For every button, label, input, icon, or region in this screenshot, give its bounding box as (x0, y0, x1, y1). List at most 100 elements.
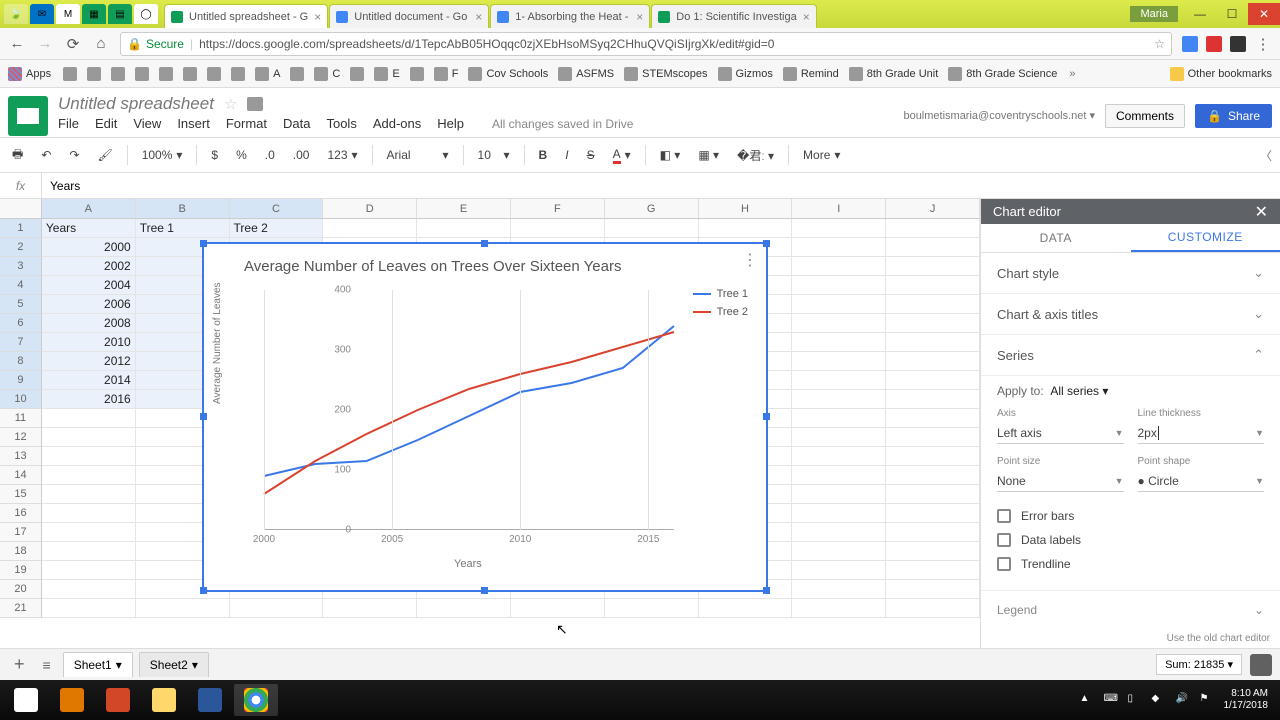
cell[interactable] (792, 466, 886, 485)
resize-handle[interactable] (200, 413, 207, 420)
row-header[interactable]: 20 (0, 580, 42, 599)
cell[interactable] (886, 542, 980, 561)
cell[interactable] (792, 409, 886, 428)
cell[interactable] (792, 352, 886, 371)
cell[interactable]: 2002 (42, 257, 136, 276)
menu-data[interactable]: Data (283, 116, 310, 131)
cell[interactable] (42, 504, 136, 523)
row-header[interactable]: 5 (0, 295, 42, 314)
cell[interactable] (792, 371, 886, 390)
bookmark-item[interactable]: A (255, 67, 280, 81)
browser-tab[interactable]: Untitled document - Go× (329, 4, 489, 28)
bookmark-item[interactable]: Remind (783, 67, 839, 81)
tab-customize[interactable]: CUSTOMIZE (1131, 224, 1280, 252)
bookmarks-overflow[interactable]: » (1069, 68, 1075, 80)
select-all-corner[interactable] (0, 199, 42, 218)
browser-tab[interactable]: 1- Absorbing the Heat -× (490, 4, 650, 28)
cell[interactable] (136, 599, 230, 618)
cell[interactable] (605, 219, 699, 238)
close-tab-icon[interactable]: × (636, 10, 643, 24)
col-header[interactable]: F (511, 199, 605, 218)
cell[interactable] (886, 352, 980, 371)
resize-handle[interactable] (481, 587, 488, 594)
folder-icon[interactable] (247, 97, 263, 111)
line-thickness-select[interactable]: 2px▼ (1138, 423, 1265, 444)
cell[interactable] (792, 504, 886, 523)
format-123-button[interactable]: 123 ▾ (323, 148, 361, 162)
collapse-toolbar-button[interactable]: 〈 (1260, 147, 1272, 164)
taskbar-app[interactable] (50, 684, 94, 716)
chrome-menu-button[interactable]: ⋮ (1254, 35, 1272, 53)
taskbar-chrome[interactable] (234, 684, 278, 716)
row-header[interactable]: 1 (0, 219, 42, 238)
decrease-decimal-button[interactable]: .0 (261, 148, 279, 162)
cell[interactable] (886, 599, 980, 618)
col-header[interactable]: D (323, 199, 417, 218)
cell[interactable] (792, 219, 886, 238)
resize-handle[interactable] (763, 587, 770, 594)
resize-handle[interactable] (200, 587, 207, 594)
menu-view[interactable]: View (133, 116, 161, 131)
cell[interactable] (792, 295, 886, 314)
cell[interactable] (792, 599, 886, 618)
close-tab-icon[interactable]: × (314, 10, 321, 24)
menu-edit[interactable]: Edit (95, 116, 117, 131)
bookmark-item[interactable] (207, 67, 221, 81)
cell[interactable] (886, 447, 980, 466)
profile-tab[interactable]: 🍃 (4, 4, 28, 24)
col-header[interactable]: A (42, 199, 136, 218)
more-button[interactable]: More ▾ (799, 148, 844, 162)
cell[interactable] (792, 447, 886, 466)
cell[interactable] (886, 466, 980, 485)
bookmark-item[interactable] (111, 67, 125, 81)
row-header[interactable]: 7 (0, 333, 42, 352)
taskbar-app[interactable] (188, 684, 232, 716)
cell[interactable]: 2008 (42, 314, 136, 333)
italic-button[interactable]: I (561, 148, 572, 162)
row-header[interactable]: 3 (0, 257, 42, 276)
font-select[interactable]: Arial▾ (383, 148, 453, 162)
minimize-button[interactable]: — (1184, 3, 1216, 25)
row-header[interactable]: 17 (0, 523, 42, 542)
bookmark-item[interactable] (231, 67, 245, 81)
star-icon[interactable]: ☆ (1154, 37, 1165, 51)
embedded-chart[interactable]: ⋮ Average Number of Leaves on Trees Over… (202, 242, 768, 592)
bookmark-item[interactable]: C (314, 67, 340, 81)
profile-tab[interactable]: ◯ (134, 4, 158, 24)
taskbar-app[interactable] (96, 684, 140, 716)
cell[interactable] (886, 561, 980, 580)
point-size-select[interactable]: None▼ (997, 471, 1124, 492)
cell[interactable] (42, 599, 136, 618)
resize-handle[interactable] (200, 240, 207, 247)
tray-icon[interactable]: ⚑ (1200, 693, 1214, 707)
browser-tab[interactable]: Do 1: Scientific Investiga× (651, 4, 816, 28)
bookmark-item[interactable]: 8th Grade Science (948, 67, 1057, 81)
bookmark-item[interactable] (290, 67, 304, 81)
currency-button[interactable]: $ (207, 148, 222, 162)
bookmark-item[interactable]: 8th Grade Unit (849, 67, 939, 81)
font-size-select[interactable]: 10▾ (474, 148, 514, 162)
cell[interactable] (886, 409, 980, 428)
resize-handle[interactable] (763, 413, 770, 420)
axis-select[interactable]: Left axis▼ (997, 423, 1124, 444)
resize-handle[interactable] (763, 240, 770, 247)
bookmark-item[interactable] (63, 67, 77, 81)
cell[interactable] (511, 599, 605, 618)
cell[interactable] (792, 485, 886, 504)
cell[interactable] (792, 238, 886, 257)
browser-tab[interactable]: Untitled spreadsheet - G× (164, 4, 328, 28)
cell[interactable] (886, 295, 980, 314)
cell[interactable]: 2010 (42, 333, 136, 352)
tray-keyboard-icon[interactable]: ⌨ (1104, 693, 1118, 707)
section-series[interactable]: Series⌃ (981, 335, 1280, 376)
cell[interactable] (699, 599, 793, 618)
bookmark-item[interactable] (183, 67, 197, 81)
bookmark-item[interactable]: Cov Schools (468, 67, 548, 81)
cell[interactable] (886, 580, 980, 599)
profile-tab[interactable]: M (56, 4, 80, 24)
cell[interactable]: 2012 (42, 352, 136, 371)
close-window-button[interactable]: ✕ (1248, 3, 1280, 25)
cell[interactable] (886, 333, 980, 352)
cell[interactable] (886, 276, 980, 295)
menu-insert[interactable]: Insert (177, 116, 210, 131)
